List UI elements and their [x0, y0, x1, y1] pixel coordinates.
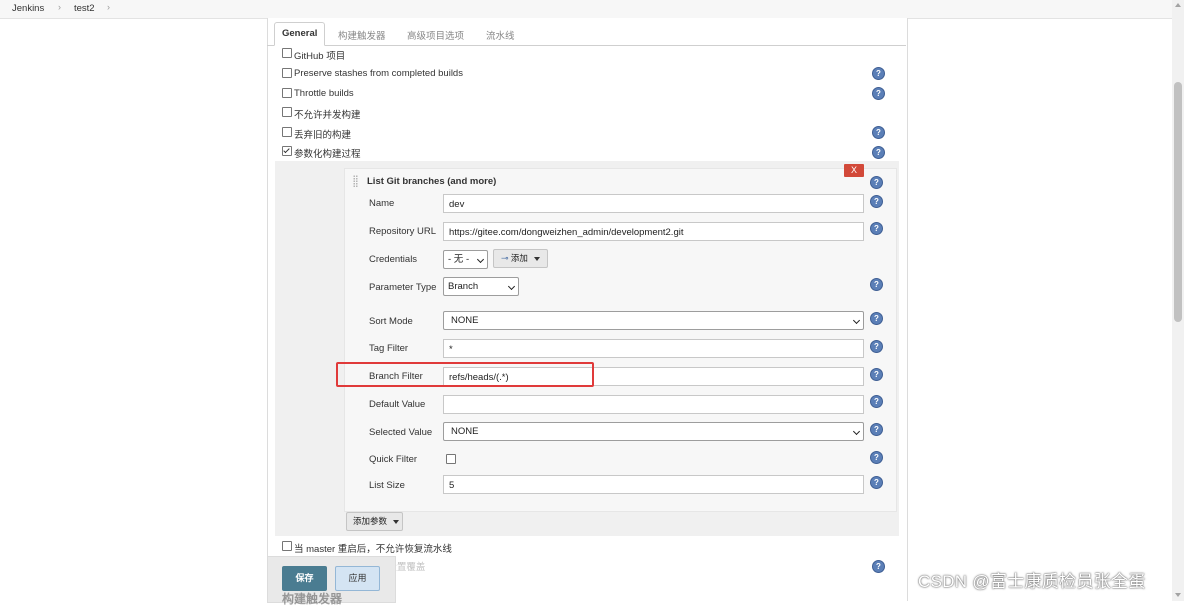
apply-button[interactable]: 应用	[335, 566, 380, 591]
help-icon[interactable]: ?	[872, 126, 885, 139]
repository-url-label: Repository URL	[369, 226, 437, 237]
disable-concurrent-checkbox[interactable]	[282, 107, 292, 117]
tab-general[interactable]: General	[274, 22, 326, 46]
page-scrollbar[interactable]	[1172, 0, 1184, 601]
help-icon[interactable]: ?	[872, 146, 885, 159]
throttle-builds-checkbox[interactable]	[282, 88, 292, 98]
chevron-down-icon	[476, 255, 485, 264]
sort-mode-label: Sort Mode	[369, 316, 413, 327]
csdn-watermark: CSDN @富士康质检员张全蛋	[918, 572, 1146, 591]
breadcrumb-test2[interactable]: test2	[74, 3, 95, 14]
chevron-down-icon	[852, 316, 861, 325]
help-icon[interactable]: ?	[872, 87, 885, 100]
scrollbar-thumb[interactable]	[1174, 82, 1182, 322]
sort-mode-select[interactable]: NONE	[443, 311, 864, 330]
help-icon[interactable]: ?	[870, 176, 883, 189]
discard-old-builds-label: 丢弃旧的构建	[294, 130, 352, 141]
parameterized-build-label: 参数化构建过程	[294, 149, 361, 160]
help-icon[interactable]: ?	[870, 278, 883, 291]
help-icon[interactable]: ?	[870, 195, 883, 208]
default-value-field[interactable]	[443, 395, 864, 414]
help-icon[interactable]: ?	[870, 476, 883, 489]
selected-value-select[interactable]: NONE	[443, 422, 864, 441]
github-project-label: GitHub 项目	[294, 51, 346, 62]
credentials-select-value: - 无 -	[448, 254, 470, 265]
help-icon[interactable]: ?	[872, 67, 885, 80]
chevron-down-icon	[852, 427, 861, 436]
quick-filter-label: Quick Filter	[369, 454, 418, 465]
help-icon[interactable]: ?	[870, 222, 883, 235]
caret-down-icon	[393, 519, 400, 524]
build-triggers-section-title: 构建触发器	[282, 592, 343, 606]
disable-concurrent-label: 不允许并发构建	[294, 110, 361, 121]
no-resume-pipeline-label: 当 master 重启后，不允许恢复流水线	[294, 544, 452, 555]
github-project-checkbox[interactable]	[282, 48, 292, 58]
tab-build-triggers[interactable]: 构建触发器	[338, 28, 386, 42]
key-icon: ⊸	[501, 253, 509, 263]
parameter-type-value: Branch	[448, 281, 479, 292]
help-icon[interactable]: ?	[870, 395, 883, 408]
preserve-stashes-checkbox[interactable]	[282, 68, 292, 78]
delete-parameter-button[interactable]: X	[844, 164, 864, 177]
name-label: Name	[369, 198, 395, 209]
parameter-type-select[interactable]: Branch	[443, 277, 519, 296]
credentials-label: Credentials	[369, 254, 418, 265]
help-icon[interactable]: ?	[872, 560, 885, 573]
help-icon[interactable]: ?	[870, 340, 883, 353]
discard-old-builds-checkbox[interactable]	[282, 127, 292, 137]
no-resume-pipeline-checkbox[interactable]	[282, 541, 292, 551]
breadcrumb-separator-icon: ›	[107, 2, 110, 12]
repository-url-field[interactable]: https://gitee.com/dongweizhen_admin/deve…	[443, 222, 864, 241]
add-parameter-label: 添加参数	[353, 516, 388, 526]
help-icon[interactable]: ?	[870, 423, 883, 436]
throttle-builds-label: Throttle builds	[294, 88, 354, 99]
chevron-down-icon	[507, 282, 516, 291]
preserve-stashes-label: Preserve stashes from completed builds	[294, 68, 463, 79]
parameterized-build-checkbox[interactable]	[282, 146, 292, 156]
parameter-type-label: Parameter Type	[369, 282, 437, 293]
default-value-label: Default Value	[369, 399, 426, 410]
breadcrumb-bar: Jenkins › test2 ›	[0, 0, 1184, 19]
help-icon[interactable]: ?	[870, 451, 883, 464]
breadcrumb-separator-icon: ›	[58, 2, 61, 12]
help-icon[interactable]: ?	[870, 368, 883, 381]
drag-handle-icon[interactable]	[353, 175, 358, 187]
name-field[interactable]: dev	[443, 194, 864, 213]
add-credentials-button[interactable]: ⊸ 添加	[493, 249, 548, 268]
add-credentials-label: 添加	[510, 253, 528, 263]
list-size-label: List Size	[369, 480, 405, 491]
selected-value-value: NONE	[451, 426, 479, 437]
scroll-down-icon[interactable]	[1175, 593, 1181, 597]
credentials-select[interactable]: - 无 -	[443, 250, 488, 269]
breadcrumb-jenkins[interactable]: Jenkins	[12, 3, 44, 14]
tab-advanced-options[interactable]: 高级项目选项	[407, 28, 464, 42]
scroll-up-icon[interactable]	[1175, 3, 1181, 7]
sort-mode-value: NONE	[451, 315, 479, 326]
list-size-field[interactable]: 5	[443, 475, 864, 494]
help-icon[interactable]: ?	[870, 312, 883, 325]
caret-down-icon	[534, 256, 541, 261]
highlight-box	[336, 362, 594, 387]
save-button[interactable]: 保存	[282, 566, 327, 591]
quick-filter-checkbox[interactable]	[446, 454, 456, 464]
tag-filter-label: Tag Filter	[369, 343, 409, 354]
tab-pipeline[interactable]: 流水线	[486, 28, 515, 42]
selected-value-label: Selected Value	[369, 427, 433, 438]
tag-filter-field[interactable]: *	[443, 339, 864, 358]
parameter-title: List Git branches (and more)	[367, 176, 497, 187]
add-parameter-button[interactable]: 添加参数	[346, 512, 403, 531]
